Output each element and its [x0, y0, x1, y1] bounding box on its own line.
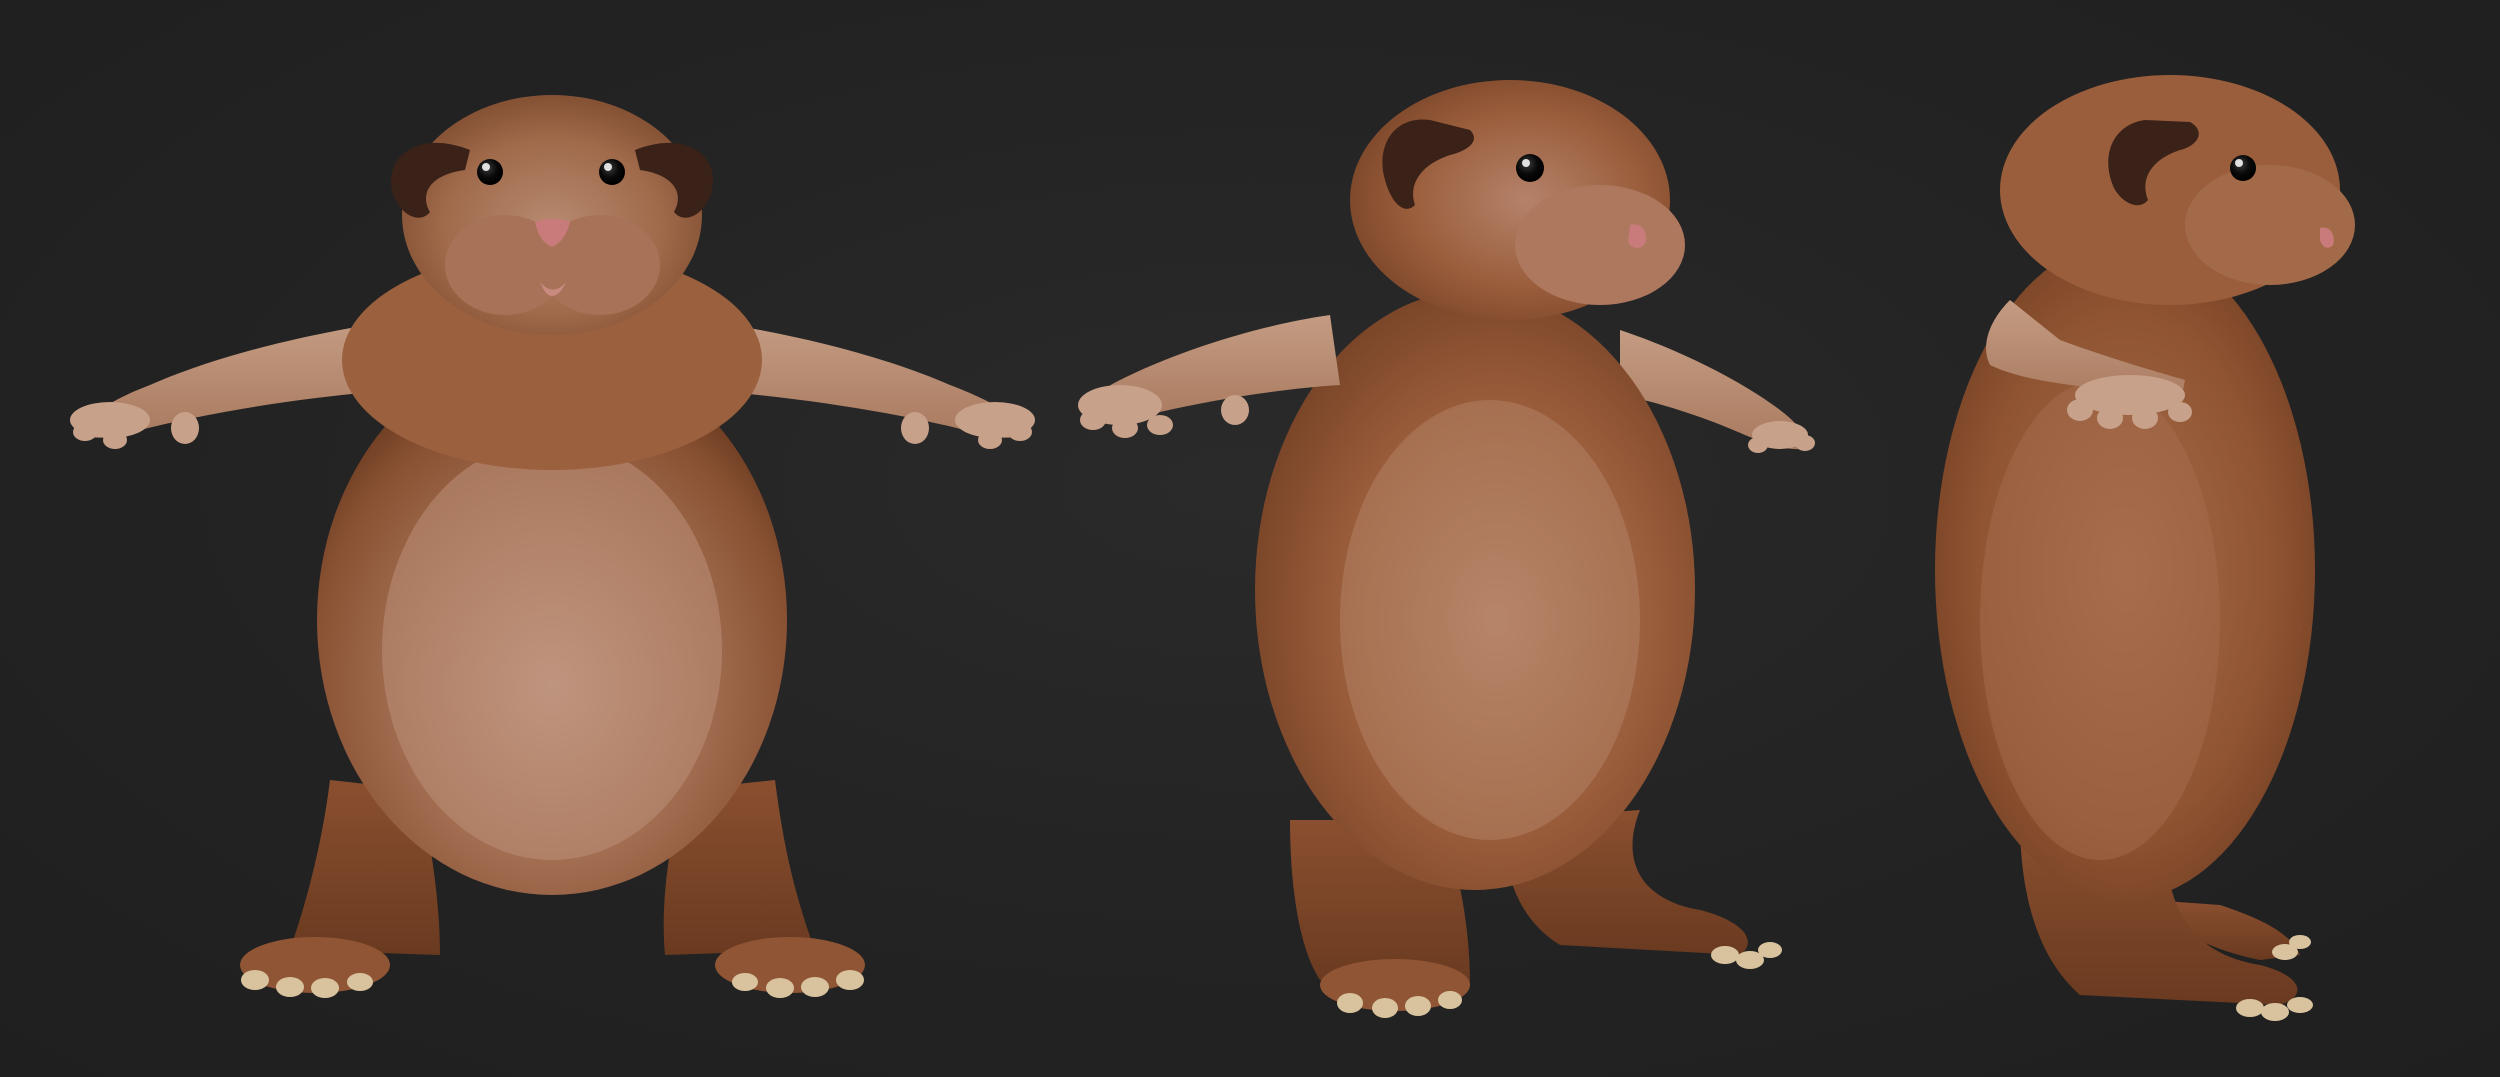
side-view	[1935, 75, 2355, 1021]
tq-eye	[1516, 154, 1544, 182]
render-viewport	[0, 0, 2500, 1077]
side-belly	[1980, 380, 2220, 860]
front-right-eye	[599, 159, 625, 185]
side-eye	[2230, 155, 2256, 181]
front-head	[402, 95, 702, 335]
front-left-eye	[477, 159, 503, 185]
guinea-pig-turnaround	[70, 75, 2355, 1021]
front-view	[70, 95, 1035, 998]
tq-belly	[1340, 400, 1640, 840]
front-belly	[382, 440, 722, 860]
three-quarter-view	[1078, 80, 1815, 1018]
tq-snout	[1515, 185, 1685, 305]
side-snout	[2185, 165, 2355, 285]
